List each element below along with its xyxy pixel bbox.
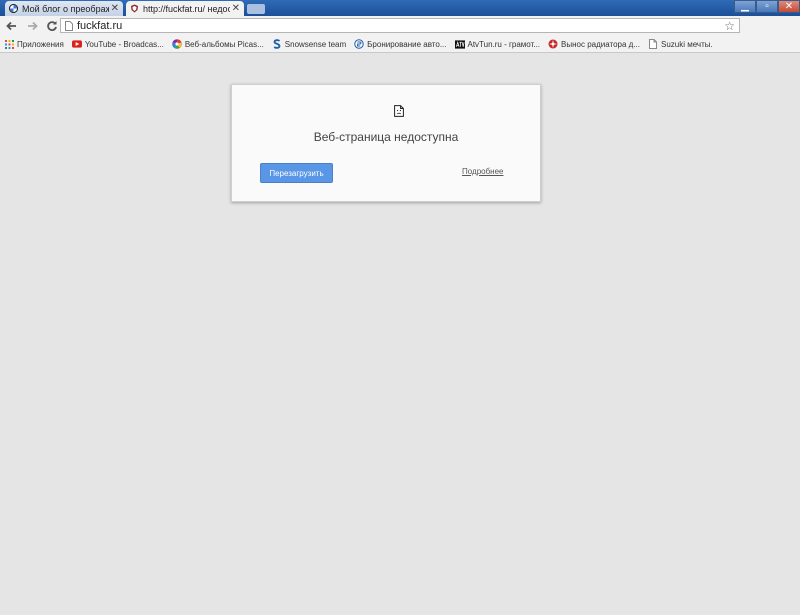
- radiator-icon: [548, 39, 558, 49]
- snowsense-icon: [272, 39, 282, 49]
- close-window-button[interactable]: ✕: [778, 0, 800, 13]
- reload-icon: [47, 21, 57, 31]
- maximize-button[interactable]: ▫: [756, 0, 778, 13]
- details-link[interactable]: Подробнее: [462, 167, 540, 176]
- forward-arrow-icon: [28, 21, 38, 31]
- new-tab-button[interactable]: [247, 4, 265, 14]
- apps-grid-icon: [4, 39, 14, 49]
- reload-button[interactable]: [44, 18, 60, 34]
- tab-close-icon[interactable]: ✕: [111, 3, 119, 14]
- bookmark-picasa[interactable]: Веб-альбомы Picas...: [172, 39, 264, 49]
- window-controls: ▁ ▫: [734, 0, 778, 14]
- bookmark-label: Приложения: [17, 39, 64, 49]
- tab-title: http://fuckfat.ru/ недосту: [143, 3, 230, 14]
- page-icon: [65, 20, 73, 31]
- tab-title: Мой блог о преображен: [22, 3, 109, 14]
- tab-fuckfat[interactable]: http://fuckfat.ru/ недосту ✕: [126, 1, 244, 16]
- tab-close-icon[interactable]: ✕: [232, 3, 240, 14]
- bookmark-radiator[interactable]: Вынос радиатора д...: [548, 39, 640, 49]
- bookmark-label: Вынос радиатора д...: [561, 39, 640, 49]
- address-bar[interactable]: ☆: [60, 18, 740, 33]
- bookmark-apps[interactable]: Приложения: [4, 39, 64, 49]
- url-input[interactable]: [77, 19, 725, 32]
- bookmark-suzuki[interactable]: Suzuki мечты.: [648, 39, 713, 49]
- browser-toolbar: ☆: [0, 16, 800, 47]
- back-arrow-icon: [6, 21, 16, 31]
- bookmark-youtube[interactable]: YouTube - Broadcas...: [71, 39, 164, 49]
- youtube-icon: [71, 39, 82, 49]
- bookmark-booking[interactable]: Бронирование авто...: [354, 39, 447, 49]
- sad-page-icon: [394, 105, 404, 117]
- bookmark-label: Бронирование авто...: [367, 39, 447, 49]
- minimize-button[interactable]: ▁: [734, 0, 756, 13]
- close-control: ✕: [778, 0, 800, 14]
- reload-page-button[interactable]: Перезагрузить: [260, 163, 333, 183]
- bookmark-label: Веб-альбомы Picas...: [184, 39, 264, 49]
- bookmark-label: AtvTun.ru - грамот...: [467, 39, 541, 49]
- shield-icon: [130, 4, 139, 13]
- error-card: Веб-страница недоступна Перезагрузить По…: [231, 84, 541, 202]
- star-icon[interactable]: ☆: [724, 19, 735, 33]
- error-title: Веб-страница недоступна: [313, 130, 459, 144]
- bookmark-atvtun[interactable]: AtvTun.ru - грамот...: [454, 39, 541, 49]
- title-bar: Мой блог о преображен ✕ http://fuckfat.r…: [0, 0, 800, 16]
- tab-blog[interactable]: Мой блог о преображен ✕: [5, 1, 123, 16]
- picasa-icon: [172, 39, 182, 49]
- bookmark-label: Snowsense team: [284, 39, 347, 49]
- bookmarks-bar: Приложения YouTube - Broadcas... Веб-аль…: [0, 36, 800, 53]
- booking-icon: [354, 39, 364, 49]
- bookmark-snowsense[interactable]: Snowsense team: [272, 39, 346, 49]
- bookmark-label: YouTube - Broadcas...: [84, 39, 164, 49]
- bookmark-label: Suzuki мечты.: [661, 39, 713, 49]
- back-button[interactable]: [4, 18, 20, 34]
- bmw-logo-icon: [9, 4, 18, 13]
- forward-button[interactable]: [24, 18, 40, 34]
- atv-icon: [454, 39, 465, 49]
- page-icon: [648, 39, 658, 49]
